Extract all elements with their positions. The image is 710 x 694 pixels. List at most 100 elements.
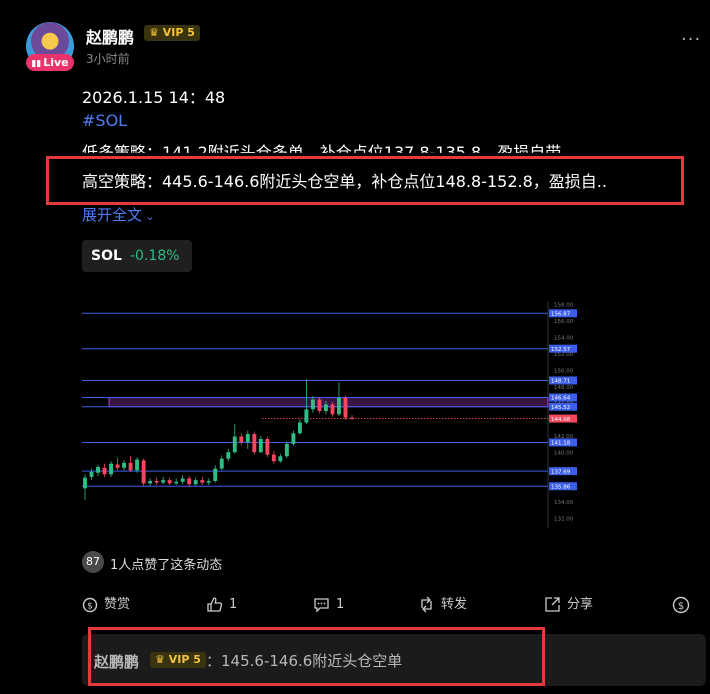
- more-options-icon[interactable]: ···: [681, 31, 701, 49]
- level-label: 156.87: [551, 312, 571, 318]
- candle: [350, 417, 354, 419]
- candle: [278, 456, 283, 462]
- candle: [148, 480, 153, 484]
- level-label: 145.52: [551, 405, 570, 411]
- coin-icon: $: [82, 597, 98, 612]
- vip-badge: ♛ VIP 5: [144, 25, 200, 41]
- candle: [323, 404, 328, 411]
- post-time: 3小时前: [86, 52, 130, 66]
- y-tick-label: 154.00: [554, 335, 574, 341]
- ticker-symbol: SOL: [91, 248, 122, 264]
- live-badge[interactable]: ▮▮ Live: [26, 54, 74, 71]
- candle: [304, 409, 309, 423]
- candle: [135, 459, 140, 471]
- share-button[interactable]: 分享: [544, 596, 593, 614]
- live-label: Live: [43, 56, 69, 69]
- candle: [141, 460, 146, 484]
- candle: [83, 477, 87, 489]
- comment-button[interactable]: 1: [313, 596, 344, 614]
- reward-label: 赞赏: [104, 597, 131, 612]
- repost-label: 转发: [441, 597, 468, 612]
- candle: [206, 480, 211, 483]
- live-icon: ▮▮: [31, 59, 42, 69]
- level-label: 144.08: [551, 417, 571, 423]
- svg-text:$: $: [678, 601, 684, 612]
- comment-icon: [314, 598, 329, 613]
- likes-count-badge: 87: [82, 551, 104, 573]
- level-label: 146.64: [551, 396, 571, 402]
- y-tick-label: 158.00: [554, 303, 574, 309]
- highlight-box: [46, 156, 684, 205]
- price-chart[interactable]: 158.00156.00154.00152.00150.00148.00146.…: [82, 302, 578, 528]
- y-tick-label: 156.00: [554, 319, 574, 325]
- candle: [96, 466, 100, 473]
- y-tick-label: 150.00: [554, 368, 574, 374]
- candle: [154, 480, 159, 483]
- candle: [232, 436, 237, 453]
- y-tick-label: 132.00: [554, 517, 574, 523]
- svg-text:$: $: [87, 601, 93, 611]
- candle: [317, 399, 322, 411]
- level-label: 152.57: [551, 347, 571, 353]
- reward-button[interactable]: $ 赞赏: [82, 596, 130, 614]
- candle: [258, 438, 263, 453]
- likes-text[interactable]: 1人点赞了这条动态: [110, 554, 222, 573]
- candle: [310, 399, 315, 410]
- price-zone: [108, 397, 549, 408]
- candle: [122, 462, 127, 468]
- comment-count: 1: [336, 597, 345, 612]
- candle: [89, 471, 94, 477]
- ticker-chip[interactable]: SOL -0.18%: [82, 240, 192, 272]
- candle: [161, 480, 166, 483]
- candle: [213, 468, 218, 481]
- hashtag-link[interactable]: #SOL: [82, 111, 127, 130]
- highlight-box: [88, 627, 545, 686]
- like-button[interactable]: 1: [206, 596, 237, 614]
- like-count: 1: [229, 597, 238, 612]
- post-date-line: 2026.1.15 14：48: [82, 88, 226, 107]
- expand-link[interactable]: 展开全文 ⌄: [82, 204, 155, 225]
- candle: [297, 422, 302, 434]
- y-tick-label: 140.00: [554, 451, 574, 457]
- repost-icon: [421, 596, 432, 613]
- candle: [337, 397, 341, 415]
- candle: [167, 480, 172, 484]
- candle: [343, 397, 348, 418]
- y-tick-label: 134.00: [554, 500, 574, 506]
- repost-button[interactable]: 转发: [418, 596, 467, 614]
- level-label: 137.69: [551, 469, 571, 475]
- candle: [245, 434, 250, 443]
- expand-label: 展开全文: [82, 206, 143, 224]
- chevron-down-icon: ⌄: [142, 210, 155, 223]
- candle: [219, 458, 224, 469]
- candle: [239, 436, 244, 443]
- thumbs-up-icon: [207, 597, 223, 612]
- candle: [174, 481, 179, 484]
- candle: [226, 452, 231, 459]
- level-label: 135.86: [551, 484, 571, 490]
- share-label: 分享: [567, 597, 594, 612]
- candle: [330, 404, 335, 415]
- candle: [193, 480, 198, 485]
- candle: [109, 463, 114, 475]
- share-icon: [545, 597, 560, 612]
- level-label: 148.71: [551, 379, 570, 385]
- username[interactable]: 赵鹏鹏: [86, 24, 134, 48]
- candle: [128, 462, 133, 471]
- y-tick-label: 148.00: [554, 385, 574, 391]
- ticker-change: -0.18%: [130, 248, 180, 264]
- candle: [265, 438, 270, 455]
- vip-label: VIP 5: [162, 26, 195, 39]
- candle: [200, 480, 205, 483]
- candle: [180, 478, 185, 482]
- candle: [187, 478, 192, 485]
- crown-icon: ♛: [149, 26, 159, 39]
- tip-button[interactable]: $: [672, 596, 696, 614]
- candle: [115, 464, 120, 468]
- candle: [291, 433, 296, 444]
- candle: [252, 434, 257, 453]
- candle: [102, 467, 107, 475]
- candle: [284, 443, 289, 457]
- dollar-icon: $: [672, 596, 690, 614]
- level-label: 141.18: [551, 441, 571, 447]
